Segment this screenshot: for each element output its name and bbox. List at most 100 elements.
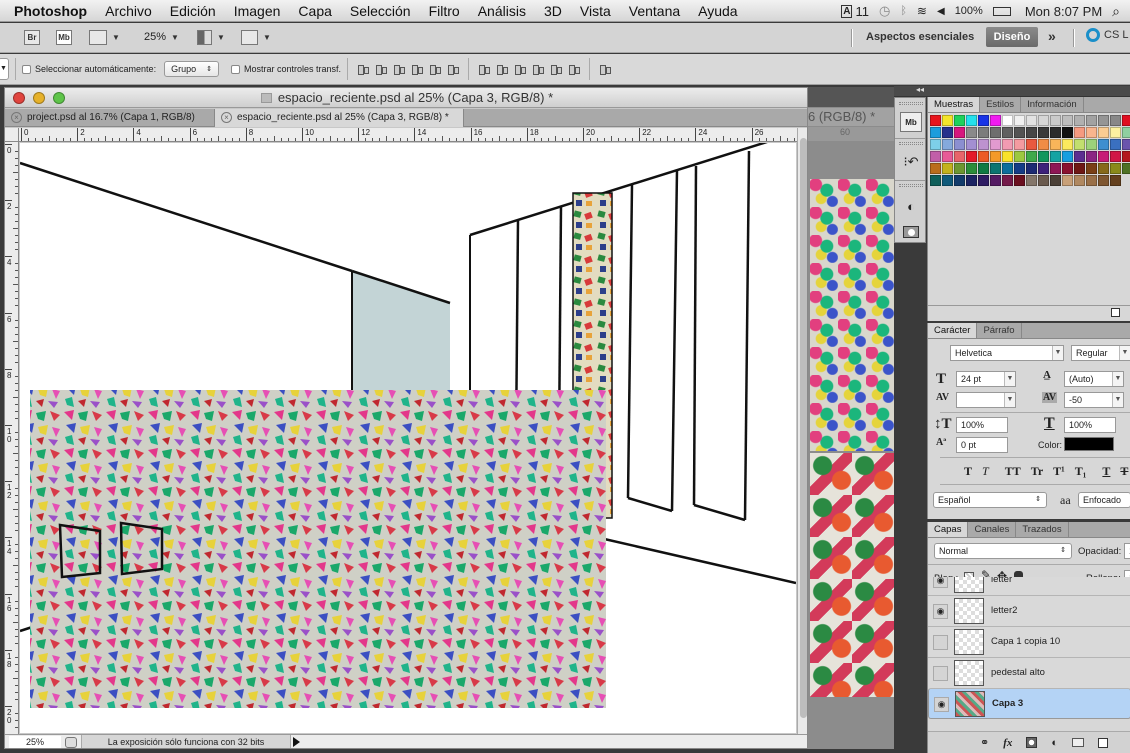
color-swatch[interactable] [930, 151, 941, 162]
document-titlebar[interactable]: espacio_reciente.psd al 25% (Capa 3, RGB… [5, 88, 807, 108]
color-swatch[interactable] [1110, 127, 1121, 138]
color-swatch[interactable] [966, 163, 977, 174]
menu-imagen[interactable]: Imagen [225, 3, 290, 19]
document-tab-project[interactable]: × project.psd al 16.7% (Capa 1, RGB/8) [5, 109, 213, 127]
text-color-swatch[interactable] [1064, 437, 1114, 451]
tab-muestras[interactable]: Muestras [928, 97, 981, 112]
distribute-left-edges-icon[interactable] [532, 63, 544, 75]
faux-bold-button[interactable]: T [964, 464, 972, 479]
time-machine-icon[interactable]: ◷ [879, 3, 890, 19]
color-swatch[interactable] [942, 175, 953, 186]
color-swatch[interactable] [1002, 163, 1013, 174]
adobe-updates-icon[interactable]: A 11 [841, 4, 869, 19]
screen-mode-button[interactable]: ▼ [241, 29, 271, 45]
color-swatch[interactable] [1026, 115, 1037, 126]
zoom-window-button[interactable] [53, 92, 65, 104]
antialias-select[interactable]: Enfocado [1078, 492, 1130, 508]
vertical-scrollbar-thumb[interactable] [800, 138, 807, 718]
color-swatch[interactable] [930, 139, 941, 150]
all-caps-button[interactable]: TT [1005, 464, 1021, 479]
color-swatch[interactable] [1122, 163, 1130, 174]
color-swatch[interactable] [1074, 115, 1085, 126]
color-swatch[interactable] [1026, 163, 1037, 174]
vertical-scale-field[interactable]: 100% [956, 417, 1008, 433]
color-swatch[interactable] [1098, 175, 1109, 186]
color-swatch[interactable] [1014, 127, 1025, 138]
faux-italic-button[interactable]: T [982, 464, 989, 479]
color-swatch[interactable] [1086, 175, 1097, 186]
workspace-more-button[interactable]: » [1048, 28, 1056, 44]
color-swatch[interactable] [966, 139, 977, 150]
color-swatch[interactable] [1002, 175, 1013, 186]
color-swatch[interactable] [1014, 151, 1025, 162]
drag-grip[interactable] [899, 142, 923, 145]
color-swatch[interactable] [1098, 127, 1109, 138]
color-swatch[interactable] [990, 163, 1001, 174]
color-swatch[interactable] [1110, 175, 1121, 186]
battery-percent[interactable]: 100% [955, 5, 983, 17]
color-swatch[interactable] [1002, 127, 1013, 138]
color-swatch[interactable] [1050, 115, 1061, 126]
status-zoom-field[interactable]: 25% [9, 736, 61, 748]
color-swatch[interactable] [1062, 163, 1073, 174]
wifi-icon[interactable]: ≋ [917, 4, 927, 18]
color-swatch[interactable] [990, 175, 1001, 186]
color-swatch[interactable] [1062, 175, 1073, 186]
color-swatch[interactable] [1038, 115, 1049, 126]
leading-field[interactable]: (Auto) ▼ [1064, 371, 1124, 387]
color-swatch[interactable] [942, 139, 953, 150]
color-swatch[interactable] [978, 115, 989, 126]
view-extras-button[interactable]: ▼ [89, 29, 120, 45]
tracking-field[interactable]: -50 ▼ [1064, 392, 1124, 408]
color-swatch[interactable] [1014, 163, 1025, 174]
color-swatch[interactable] [954, 127, 965, 138]
font-family-select[interactable]: Helvetica ▼ [950, 345, 1064, 361]
horizontal-scale-field[interactable]: 100% [1064, 417, 1116, 433]
vertical-ruler[interactable]: 0 2 4 6 8 10 12 14 16 18 20 [5, 142, 19, 734]
auto-select-checkbox[interactable]: Seleccionar automáticamente: [22, 64, 156, 74]
color-swatch[interactable] [1098, 151, 1109, 162]
minimize-window-button[interactable] [33, 92, 45, 104]
color-swatch[interactable] [1110, 151, 1121, 162]
color-swatch[interactable] [1026, 127, 1037, 138]
color-swatch[interactable] [1098, 115, 1109, 126]
color-swatch[interactable] [1026, 175, 1037, 186]
new-swatch-icon[interactable] [1111, 308, 1120, 317]
font-style-select[interactable]: Regular ▼ [1071, 345, 1130, 361]
auto-select-target-select[interactable]: Grupo ⇕ [164, 61, 219, 77]
tab-caracter[interactable]: Carácter [928, 323, 978, 338]
align-vertical-centers-icon[interactable] [375, 63, 387, 75]
layer-visibility-eye-icon[interactable]: ◉ [933, 604, 948, 619]
color-swatch[interactable] [1050, 163, 1061, 174]
strikethrough-button[interactable]: T [1120, 464, 1128, 479]
tab-canales[interactable]: Canales [968, 522, 1017, 537]
align-top-edges-icon[interactable] [357, 63, 369, 75]
layer-row[interactable]: ◉ Capa 3 [928, 688, 1130, 719]
tab-trazados[interactable]: Trazados [1016, 522, 1069, 537]
color-swatch[interactable] [930, 127, 941, 138]
add-layer-mask-icon[interactable] [1026, 737, 1038, 748]
color-swatch[interactable] [1038, 151, 1049, 162]
color-swatch[interactable] [930, 175, 941, 186]
cs-live-button[interactable]: CS L [1086, 28, 1128, 42]
panel-dock-header[interactable]: ◂◂ [894, 85, 1130, 97]
color-swatch[interactable] [1074, 151, 1085, 162]
color-swatch[interactable] [990, 151, 1001, 162]
collapse-panels-icon[interactable]: ◂◂ [916, 85, 924, 94]
show-transform-controls-checkbox[interactable]: Mostrar controles transf. [230, 64, 341, 74]
color-swatch[interactable] [1014, 175, 1025, 186]
baseline-shift-field[interactable]: 0 pt [956, 437, 1008, 453]
layer-style-fx-icon[interactable]: fx [1003, 737, 1012, 749]
distribute-top-edges-icon[interactable] [478, 63, 490, 75]
color-swatch[interactable] [1038, 139, 1049, 150]
color-swatch[interactable] [1014, 139, 1025, 150]
canvas[interactable] [20, 143, 796, 733]
color-swatch[interactable] [1086, 151, 1097, 162]
vertical-scrollbar[interactable] [797, 128, 807, 734]
color-swatch[interactable] [1002, 115, 1013, 126]
color-swatch[interactable] [978, 163, 989, 174]
menu-seleccion[interactable]: Selección [341, 3, 420, 19]
font-size-field[interactable]: 24 pt ▼ [956, 371, 1016, 387]
color-swatch[interactable] [978, 151, 989, 162]
color-swatch[interactable] [990, 115, 1001, 126]
